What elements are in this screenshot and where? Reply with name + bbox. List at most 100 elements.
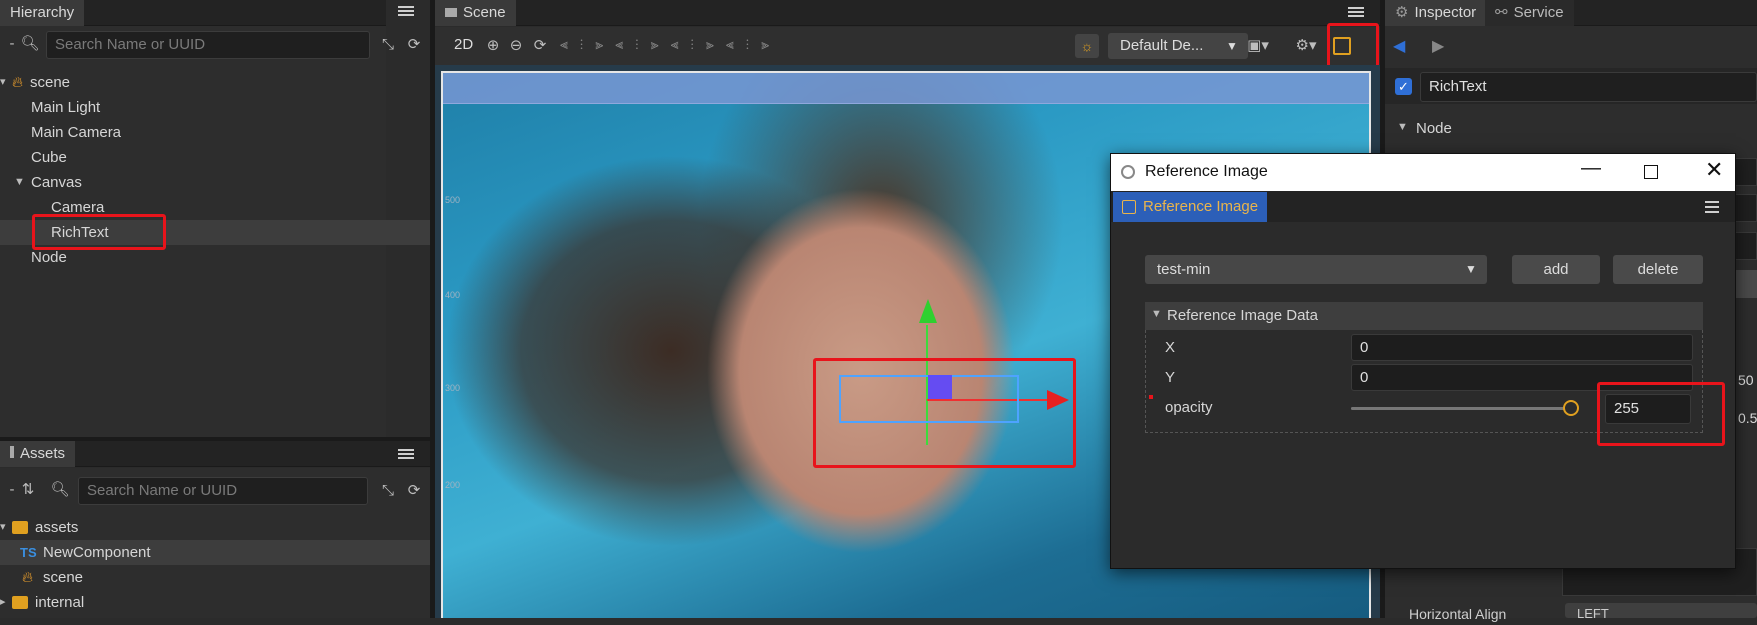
asset-item-scene[interactable]: 🔥︎ scene [0, 565, 430, 590]
tree-item-scene[interactable]: ▾ 🔥︎ scene [0, 70, 430, 95]
opacity-label: opacity [1165, 399, 1213, 416]
tree-item-main-camera[interactable]: Main Camera [0, 120, 430, 145]
ref-panel-menu-icon[interactable] [1705, 201, 1719, 213]
refresh-icon[interactable]: ⟳ [404, 35, 424, 55]
add-button-label: add [1543, 261, 1569, 278]
ruler-label: 400 [445, 290, 461, 300]
search-type-icon[interactable]: 🔍︎ [50, 480, 70, 500]
tab-inspector[interactable]: ⚙ Inspector [1385, 0, 1487, 26]
tab-service-label: Service [1513, 4, 1564, 21]
forward-icon[interactable]: ▶ [1432, 36, 1444, 56]
scene-menu-icon[interactable] [1348, 5, 1364, 19]
opacity-highlight-box [1597, 382, 1725, 446]
tree-item-main-light[interactable]: Main Light [0, 95, 430, 120]
asset-item-newcomponent[interactable]: TS NewComponent [0, 540, 430, 565]
tab-service[interactable]: ⚯ Service [1485, 0, 1574, 26]
database-icon [12, 596, 28, 609]
expand-arrow-icon[interactable]: ▾ [0, 515, 6, 540]
asset-item-label: internal [35, 594, 85, 611]
reference-image-icon [1122, 200, 1136, 214]
x-value: 0 [1360, 339, 1369, 356]
light-toggle-icon[interactable]: ☼ [1075, 34, 1099, 58]
section-node-title: Node [1416, 120, 1452, 137]
y-arrow-icon[interactable] [919, 299, 937, 323]
sort-icon[interactable]: ⇅ [18, 480, 38, 500]
opacity-slider-knob[interactable] [1563, 400, 1579, 416]
hierarchy-search-input[interactable]: Search Name or UUID [46, 31, 370, 59]
minimize-icon[interactable]: — [1581, 157, 1601, 180]
camera-select-value: Default De... [1120, 37, 1204, 54]
assets-menu-icon[interactable] [398, 447, 414, 461]
horizontal-align-select[interactable]: LEFT [1565, 603, 1757, 621]
tab-scene-label: Scene [463, 4, 506, 21]
hierarchy-menu-icon-2[interactable] [398, 4, 414, 18]
inspector-field[interactable] [1735, 158, 1757, 186]
inspector-tabbar: ⚙ Inspector ⚯ Service [1385, 0, 1757, 26]
section-header[interactable]: ▼ Reference Image Data [1145, 302, 1703, 330]
opacity-slider-track[interactable] [1351, 407, 1571, 410]
collapse-all-icon[interactable]: ‑ [2, 34, 22, 54]
align-tools[interactable]: ⫷⫶⫸⫷⫶⫸⫷⫶⫸⫷⫶⫸ [560, 36, 890, 56]
typescript-icon: TS [20, 545, 37, 560]
window-titlebar[interactable]: Reference Image — ✕ [1111, 154, 1735, 191]
close-icon[interactable]: ✕ [1705, 157, 1723, 183]
modified-indicator [1149, 395, 1153, 399]
service-icon: ⚯ [1495, 4, 1508, 21]
tab-reference-image[interactable]: Reference Image [1113, 192, 1267, 222]
assets-search-input[interactable]: Search Name or UUID [78, 477, 368, 505]
tree-item-canvas[interactable]: ▼ Canvas [0, 170, 430, 195]
expand-arrow-icon[interactable]: ▼ [14, 170, 25, 195]
back-icon[interactable]: ◀ [1393, 36, 1405, 56]
mode-2d-toggle[interactable]: 2D [454, 36, 473, 53]
expand-arrow-icon[interactable]: ▼ [1397, 121, 1408, 133]
horizontal-align-label: Horizontal Align [1409, 606, 1507, 622]
camera-view-icon[interactable]: ▣▾ [1244, 36, 1272, 56]
node-name-field[interactable]: RichText [1420, 72, 1757, 102]
expand-arrow-icon[interactable]: ▼ [1151, 308, 1162, 320]
y-label: Y [1165, 369, 1176, 386]
section-title: Reference Image Data [1167, 307, 1318, 324]
tab-reference-image-label: Reference Image [1143, 198, 1259, 215]
maximize-icon[interactable] [1644, 165, 1658, 179]
expand-arrow-icon[interactable]: ▸ [0, 590, 6, 615]
node-active-checkbox[interactable]: ✓ [1395, 78, 1412, 95]
collapse-icon[interactable]: ⤡ [378, 35, 398, 55]
ruler-label: 200 [445, 480, 461, 490]
tree-item-label: Cube [31, 149, 67, 166]
zoom-out-icon[interactable]: ⊖ [506, 36, 526, 56]
x-input[interactable]: 0 [1351, 334, 1693, 361]
inspector-field[interactable] [1735, 194, 1757, 222]
reset-view-icon[interactable]: ⟳ [530, 36, 550, 56]
camera-select[interactable]: Default De... ▼ [1108, 33, 1248, 59]
inspector-value: 50 [1738, 372, 1754, 388]
chevron-down-icon: ▼ [1465, 262, 1477, 276]
tab-scene[interactable]: Scene [435, 0, 516, 26]
tab-assets[interactable]: Assets [0, 441, 76, 467]
add-button[interactable]: add [1512, 255, 1600, 284]
reference-image-select[interactable]: test-min ▼ [1145, 255, 1487, 284]
assets-tabbar: Assets [0, 441, 430, 467]
scene-fire-icon: 🔥︎ [12, 74, 24, 91]
inspector-field[interactable] [1735, 232, 1757, 260]
search-type-icon[interactable]: 🔍︎ [20, 34, 40, 54]
delete-button[interactable]: delete [1613, 255, 1703, 284]
collapse-icon[interactable]: ⤡ [378, 481, 398, 501]
expand-arrow-icon[interactable]: ▾ [0, 70, 6, 95]
app-icon [1121, 165, 1135, 179]
refresh-icon[interactable]: ⟳ [404, 481, 424, 501]
gear-icon[interactable]: ⚙▾ [1292, 36, 1320, 56]
x-label: X [1165, 339, 1176, 356]
asset-item-internal[interactable]: ▸ internal [0, 590, 430, 615]
inspector-field[interactable] [1735, 270, 1757, 298]
gizmo-highlight-box [813, 358, 1076, 468]
zoom-in-icon[interactable]: ⊕ [483, 36, 503, 56]
node-name-value: RichText [1429, 78, 1487, 95]
tab-hierarchy[interactable]: Hierarchy [0, 0, 85, 26]
asset-item-label: NewComponent [43, 544, 151, 561]
asset-item-assets[interactable]: ▾ assets [0, 515, 430, 540]
tree-item-cube[interactable]: Cube [0, 145, 430, 170]
hierarchy-search-placeholder: Search Name or UUID [55, 36, 206, 53]
gear-icon: ⚙ [1395, 4, 1409, 21]
assets-search-placeholder: Search Name or UUID [87, 482, 238, 499]
assets-panel-icon [10, 446, 14, 458]
